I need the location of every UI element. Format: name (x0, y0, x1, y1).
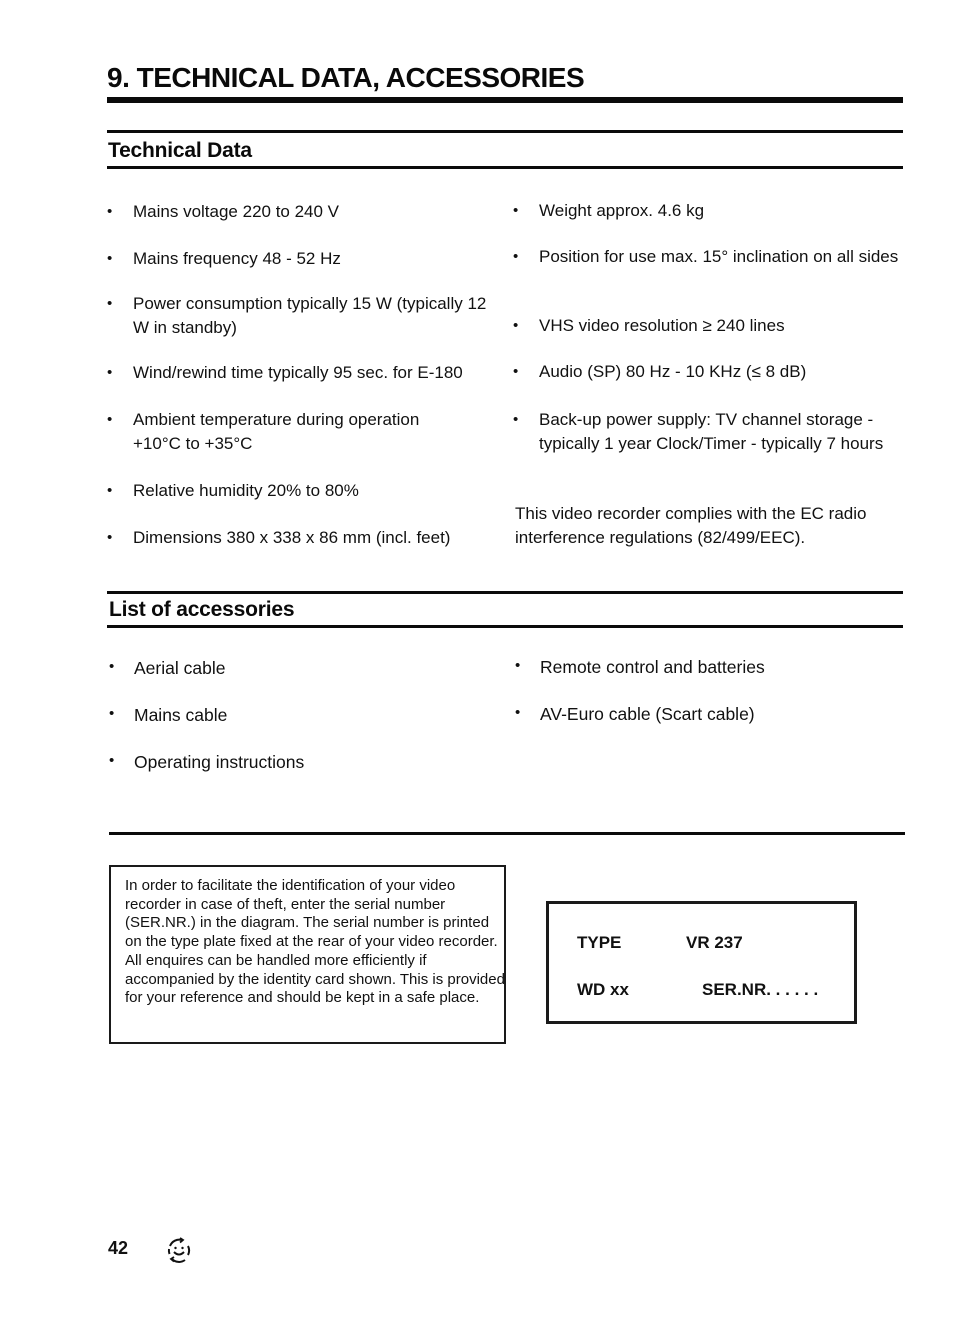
bullet-icon: • (107, 295, 113, 312)
page-number: 42 (108, 1238, 129, 1258)
bullet-icon: • (513, 317, 519, 334)
spec-item: • Mains frequency 48 - 52 Hz (107, 247, 503, 271)
type-label: TYPE (577, 933, 622, 952)
spec-text: Position for use max. 15° inclination on… (539, 247, 899, 266)
spec-item: • Wind/rewind time typically 95 sec. for… (107, 361, 503, 385)
identity-card: TYPE VR 237 WD xx SER.NR. . . . . . (546, 901, 857, 1024)
bullet-icon: • (515, 704, 521, 721)
spec-item: • Mains voltage 220 to 240 V (107, 200, 503, 224)
bullet-icon: • (513, 363, 519, 380)
bullet-icon: • (513, 248, 519, 265)
spec-text: Wind/rewind time typically 95 sec. for E… (133, 363, 463, 382)
bullet-icon: • (109, 752, 115, 769)
bullet-icon: • (513, 202, 519, 219)
technical-data-top-rule (107, 130, 903, 133)
spec-item: • Relative humidity 20% to 80% (107, 479, 503, 503)
bullet-icon: • (513, 411, 519, 428)
accessories-bottom-rule (107, 625, 903, 628)
accessory-item: • Aerial cable (109, 658, 226, 679)
type-value: VR 237 (686, 933, 743, 952)
serial-number-info-box: In order to facilitate the identificatio… (109, 865, 506, 1044)
bullet-icon: • (107, 203, 113, 220)
bullet-icon: • (107, 411, 113, 428)
technical-data-bottom-rule (107, 166, 903, 169)
spec-item: • Dimensions 380 x 338 x 86 mm (incl. fe… (107, 526, 503, 550)
accessory-text: Remote control and batteries (540, 657, 765, 677)
info-text: In order to facilitate the identificatio… (125, 877, 505, 1007)
spec-text: Back-up power supply: TV channel storage… (539, 410, 884, 453)
accessory-text: Operating instructions (134, 752, 305, 772)
bullet-icon: • (109, 705, 115, 722)
spec-text: Dimensions 380 x 338 x 86 mm (incl. feet… (133, 528, 451, 547)
spec-text: Power consumption typically 15 W (typica… (133, 294, 487, 337)
spec-text: Mains frequency 48 - 52 Hz (133, 249, 341, 268)
spec-text: Audio (SP) 80 Hz - 10 KHz (≤ 8 dB) (539, 362, 807, 381)
accessory-item: • Operating instructions (109, 752, 305, 773)
spec-item: • Weight approx. 4.6 kg (513, 199, 901, 223)
bullet-icon: • (107, 250, 113, 267)
identity-section-rule (109, 832, 905, 835)
bullet-icon: • (107, 482, 113, 499)
spec-text: VHS video resolution ≥ 240 lines (539, 316, 785, 335)
accessory-text: Mains cable (134, 705, 228, 725)
serial-number-field: SER.NR. . . . . . (702, 980, 819, 999)
accessory-item: • Remote control and batteries (515, 657, 765, 678)
spec-text: Relative humidity 20% to 80% (133, 481, 359, 500)
accessories-heading: List of accessories (109, 598, 295, 621)
wd-label: WD xx (577, 980, 629, 999)
spec-item: • Position for use max. 15° inclination … (513, 245, 901, 269)
spec-item: • Back-up power supply: TV channel stora… (513, 408, 901, 455)
recycle-smiley-icon (165, 1236, 193, 1264)
spec-item: • Audio (SP) 80 Hz - 10 KHz (≤ 8 dB) (513, 360, 901, 384)
title-rule (107, 97, 903, 103)
bullet-icon: • (107, 529, 113, 546)
spec-text: Mains voltage 220 to 240 V (133, 202, 340, 221)
spec-item: • VHS video resolution ≥ 240 lines (513, 314, 901, 338)
spec-item: • Power consumption typically 15 W (typi… (107, 292, 503, 339)
accessory-text: Aerial cable (134, 658, 226, 678)
spec-text: Weight approx. 4.6 kg (539, 201, 705, 220)
accessory-text: AV-Euro cable (Scart cable) (540, 704, 755, 724)
technical-data-heading: Technical Data (108, 139, 252, 162)
spec-text: Ambient temperature during operation +10… (133, 410, 420, 453)
bullet-icon: • (109, 658, 115, 675)
accessory-item: • Mains cable (109, 705, 228, 726)
spec-item: • Ambient temperature during operation +… (107, 408, 463, 455)
page-title: 9. TECHNICAL DATA, ACCESSORIES (107, 62, 585, 93)
bullet-icon: • (515, 657, 521, 674)
accessories-top-rule (107, 591, 903, 594)
bullet-icon: • (107, 364, 113, 381)
accessory-item: • AV-Euro cable (Scart cable) (515, 704, 755, 725)
compliance-note: This video recorder complies with the EC… (515, 504, 867, 547)
